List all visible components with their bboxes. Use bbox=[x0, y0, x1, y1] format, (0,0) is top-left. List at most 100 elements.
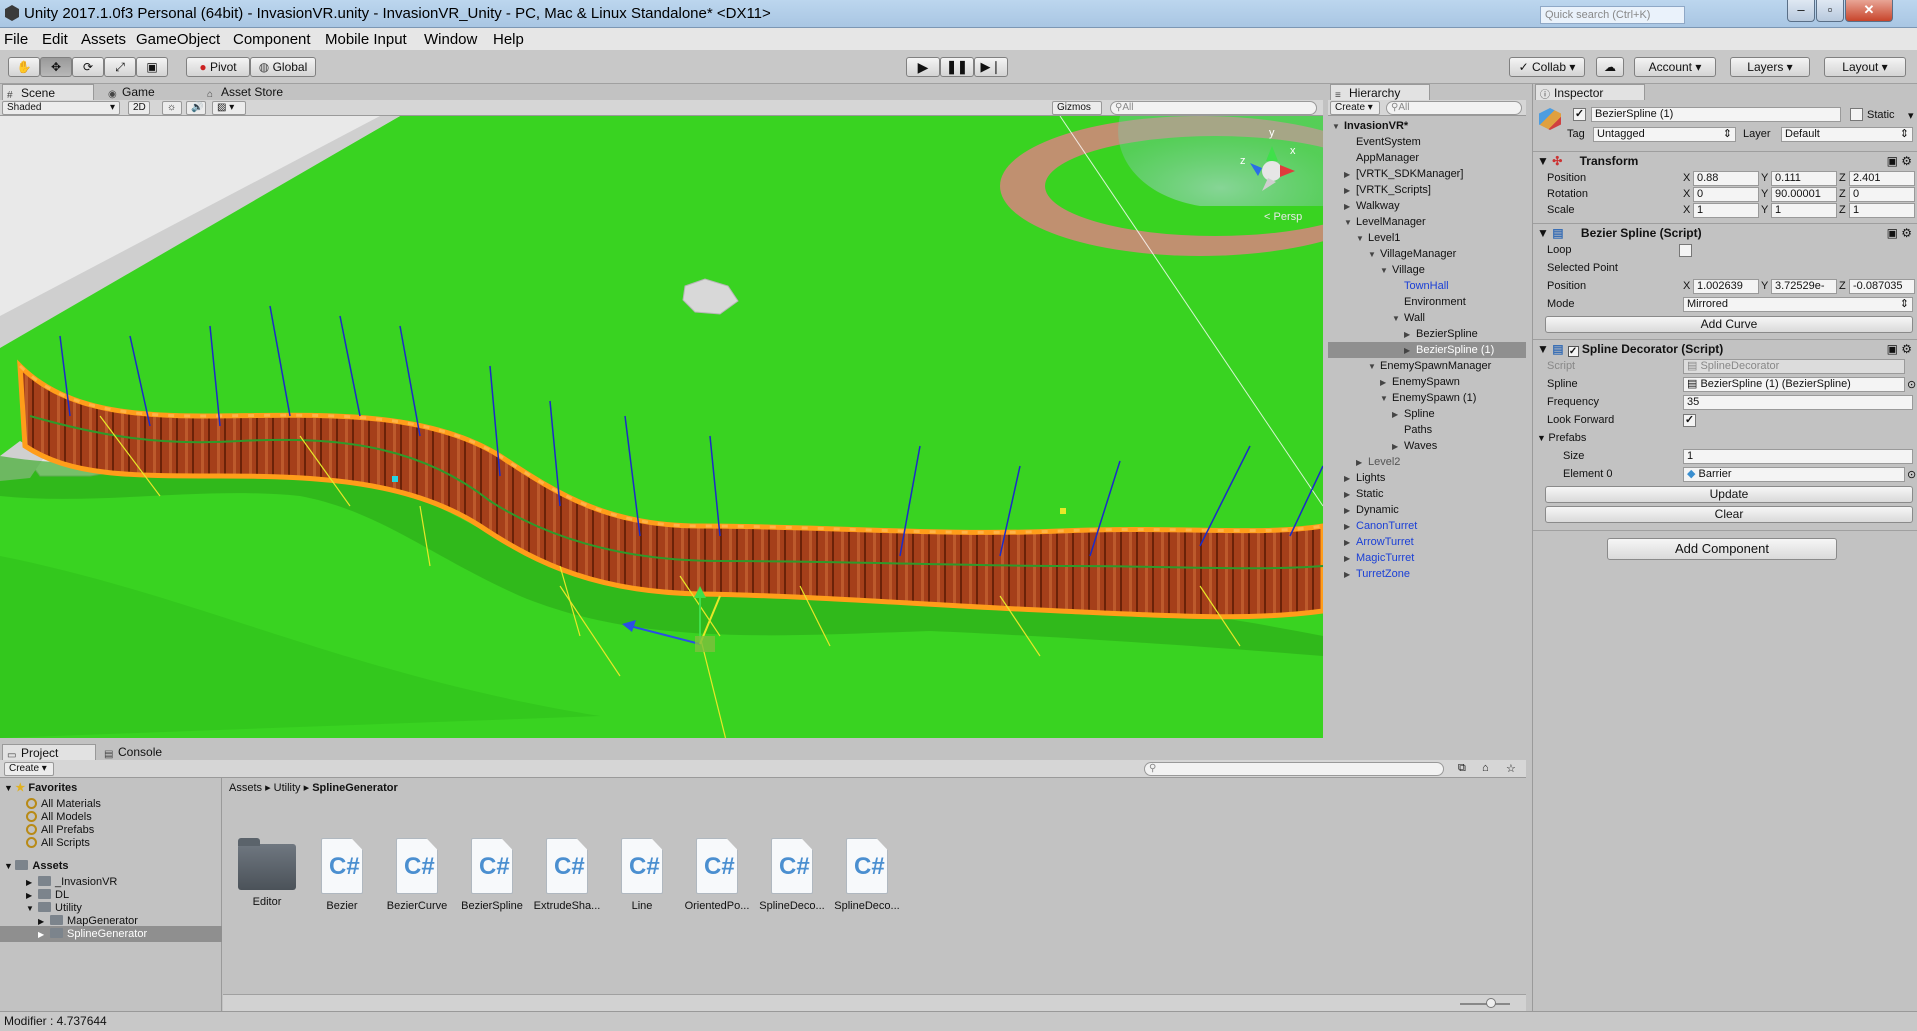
control-point[interactable] bbox=[1060, 508, 1066, 514]
rotate-tool-icon[interactable]: ⟳ bbox=[72, 57, 104, 77]
hierarchy-item[interactable]: TownHall bbox=[1392, 278, 1449, 294]
scene-canvas[interactable]: y x z < Persp bbox=[0, 116, 1323, 738]
tab-project[interactable]: ▭ Project bbox=[2, 744, 96, 761]
component-settings-icon[interactable]: ▣ ⚙ bbox=[1887, 340, 1912, 358]
breadcrumb-assets[interactable]: Assets bbox=[229, 782, 262, 794]
foldout-arrow-icon[interactable]: ▶ bbox=[1344, 535, 1356, 551]
axis-y-label[interactable]: Y bbox=[1761, 172, 1768, 184]
asset-script-tile[interactable]: C# BezierSpline bbox=[456, 838, 528, 912]
asset-folder-item[interactable]: ▶ SplineGenerator bbox=[0, 926, 222, 942]
size-field[interactable]: 1 bbox=[1683, 449, 1913, 464]
active-checkbox[interactable]: ✓ bbox=[1573, 108, 1586, 121]
foldout-arrow-icon[interactable]: ▶ bbox=[1344, 503, 1356, 519]
hierarchy-item[interactable]: EventSystem bbox=[1344, 134, 1421, 150]
breadcrumb-utility[interactable]: Utility bbox=[274, 782, 301, 794]
static-dropdown-icon[interactable]: ▾ bbox=[1908, 109, 1914, 122]
asset-script-tile[interactable]: C# OrientedPo... bbox=[681, 838, 753, 912]
component-settings-icon[interactable]: ▣ ⚙ bbox=[1887, 224, 1912, 242]
scale-y-field[interactable]: 1 bbox=[1771, 203, 1837, 218]
hierarchy-item[interactable]: ▶ [VRTK_Scripts] bbox=[1344, 182, 1431, 198]
hierarchy-item[interactable]: ▶ TurretZone bbox=[1344, 566, 1410, 582]
hand-tool-icon[interactable]: ✋ bbox=[8, 57, 40, 77]
project-create-dropdown[interactable]: Create ▾ bbox=[4, 762, 54, 776]
hierarchy-item[interactable]: AppManager bbox=[1344, 150, 1419, 166]
hierarchy-item[interactable]: ▶ Spline bbox=[1392, 406, 1435, 422]
scene-search-input[interactable]: ⚲All bbox=[1110, 101, 1317, 115]
pause-button[interactable]: ❚❚ bbox=[940, 57, 974, 77]
rect-tool-icon[interactable]: ▣ bbox=[136, 57, 168, 77]
foldout-arrow-icon[interactable]: ▶ bbox=[1404, 327, 1416, 343]
scale-x-field[interactable]: 1 bbox=[1693, 203, 1759, 218]
menu-assets[interactable]: Assets bbox=[81, 31, 126, 48]
hierarchy-item[interactable]: ▶ Dynamic bbox=[1344, 502, 1399, 518]
maximize-button[interactable]: ▫ bbox=[1816, 0, 1844, 22]
element0-field[interactable]: ◆ Barrier bbox=[1683, 467, 1905, 482]
menu-window[interactable]: Window bbox=[424, 31, 477, 48]
transform-header[interactable]: ▼ ✣ Transform ▣ ⚙ bbox=[1533, 151, 1917, 169]
rotation-z-field[interactable]: 0 bbox=[1849, 187, 1915, 202]
hierarchy-item[interactable]: ▶ Waves bbox=[1392, 438, 1437, 454]
hierarchy-item[interactable]: ▼ VillageManager bbox=[1368, 246, 1456, 262]
tab-scene[interactable]: # Scene bbox=[2, 84, 94, 101]
favorite-item[interactable]: All Scripts bbox=[26, 835, 90, 851]
shading-dropdown[interactable]: Shaded ▾ bbox=[2, 101, 120, 115]
object-picker-icon[interactable]: ⊙ bbox=[1907, 468, 1916, 481]
position-y-field[interactable]: 3.72529e- bbox=[1771, 279, 1837, 294]
move-tool-icon[interactable]: ✥ bbox=[40, 57, 72, 77]
menu-file[interactable]: File bbox=[4, 31, 28, 48]
foldout-arrow-icon[interactable]: ▶ bbox=[1344, 551, 1356, 567]
hierarchy-item[interactable]: ▼ LevelManager bbox=[1344, 214, 1426, 230]
pivot-toggle[interactable]: ● Pivot bbox=[186, 57, 250, 77]
tab-game[interactable]: ◉ Game bbox=[104, 84, 190, 100]
hierarchy-item[interactable]: ▶ Walkway bbox=[1344, 198, 1400, 214]
hierarchy-item[interactable]: ▶ BezierSpline bbox=[1404, 326, 1478, 342]
menu-gameobject[interactable]: GameObject bbox=[136, 31, 220, 48]
mode-dropdown[interactable]: Mirrored ⇕ bbox=[1683, 297, 1913, 312]
clear-button[interactable]: Clear bbox=[1545, 506, 1913, 523]
rotation-x-field[interactable]: 0 bbox=[1693, 187, 1759, 202]
position-y-field[interactable]: 0.111 bbox=[1771, 171, 1837, 186]
2d-toggle[interactable]: 2D bbox=[128, 101, 150, 115]
lighting-icon[interactable]: ☼ bbox=[162, 101, 182, 115]
tag-dropdown[interactable]: Untagged ⇕ bbox=[1593, 127, 1736, 142]
foldout-arrow-icon[interactable]: ▶ bbox=[1344, 567, 1356, 583]
favorites-header[interactable]: ▼ ★ Favorites bbox=[4, 780, 77, 796]
bezier-spline-header[interactable]: ▼ ▤ Bezier Spline (Script) ▣ ⚙ bbox=[1533, 223, 1917, 241]
axis-y-label[interactable]: Y bbox=[1761, 280, 1768, 292]
asset-script-tile[interactable]: C# Line bbox=[606, 838, 678, 912]
close-button[interactable]: ✕ bbox=[1845, 0, 1893, 22]
frequency-field[interactable]: 35 bbox=[1683, 395, 1913, 410]
object-name-field[interactable]: BezierSpline (1) bbox=[1591, 107, 1841, 122]
foldout-arrow-icon[interactable]: ▶ bbox=[1344, 199, 1356, 215]
foldout-arrow-icon[interactable]: ▶ bbox=[1344, 487, 1356, 503]
asset-script-tile[interactable]: C# SplineDeco... bbox=[756, 838, 828, 912]
asset-script-tile[interactable]: C# Bezier bbox=[306, 838, 378, 912]
asset-script-tile[interactable]: C# ExtrudeSha... bbox=[531, 838, 603, 912]
assets-header[interactable]: ▼ Assets bbox=[4, 858, 69, 874]
position-z-field[interactable]: 2.401 bbox=[1849, 171, 1915, 186]
axis-z-label[interactable]: Z bbox=[1839, 280, 1846, 292]
object-picker-icon[interactable]: ⊙ bbox=[1907, 378, 1916, 391]
hierarchy-item[interactable]: ▼ Level1 bbox=[1356, 230, 1400, 246]
position-x-field[interactable]: 0.88 bbox=[1693, 171, 1759, 186]
prefabs-foldout[interactable]: ▼ Prefabs bbox=[1537, 432, 1586, 444]
breadcrumb-splinegenerator[interactable]: SplineGenerator bbox=[312, 782, 398, 794]
filter-label-icon[interactable]: ⌂ bbox=[1482, 762, 1489, 774]
hierarchy-item[interactable]: ▶ Level2 bbox=[1356, 454, 1400, 470]
layer-dropdown[interactable]: Default ⇕ bbox=[1781, 127, 1913, 142]
foldout-arrow-icon[interactable]: ▼ bbox=[1356, 231, 1368, 247]
hierarchy-item[interactable]: ▼ Wall bbox=[1392, 310, 1425, 326]
favorite-star-icon[interactable]: ☆ bbox=[1506, 762, 1516, 775]
tab-console[interactable]: ▤ Console bbox=[100, 744, 192, 760]
axis-y-label[interactable]: Y bbox=[1761, 188, 1768, 200]
foldout-arrow-icon[interactable]: ▶ bbox=[1380, 375, 1392, 391]
effects-icon[interactable]: ▨ ▾ bbox=[212, 101, 246, 115]
axis-x-label[interactable]: X bbox=[1683, 280, 1690, 292]
hierarchy-item[interactable]: ▶ CanonTurret bbox=[1344, 518, 1417, 534]
look-forward-checkbox[interactable]: ✓ bbox=[1683, 414, 1696, 427]
zoom-slider[interactable] bbox=[1460, 1003, 1510, 1005]
foldout-arrow-icon[interactable]: ▼ bbox=[26, 901, 38, 917]
layers-dropdown[interactable]: Layers ▾ bbox=[1730, 57, 1810, 77]
hierarchy-item[interactable]: ▼ EnemySpawn (1) bbox=[1380, 390, 1476, 406]
tab-inspector[interactable]: ⓘ Inspector bbox=[1535, 84, 1645, 101]
